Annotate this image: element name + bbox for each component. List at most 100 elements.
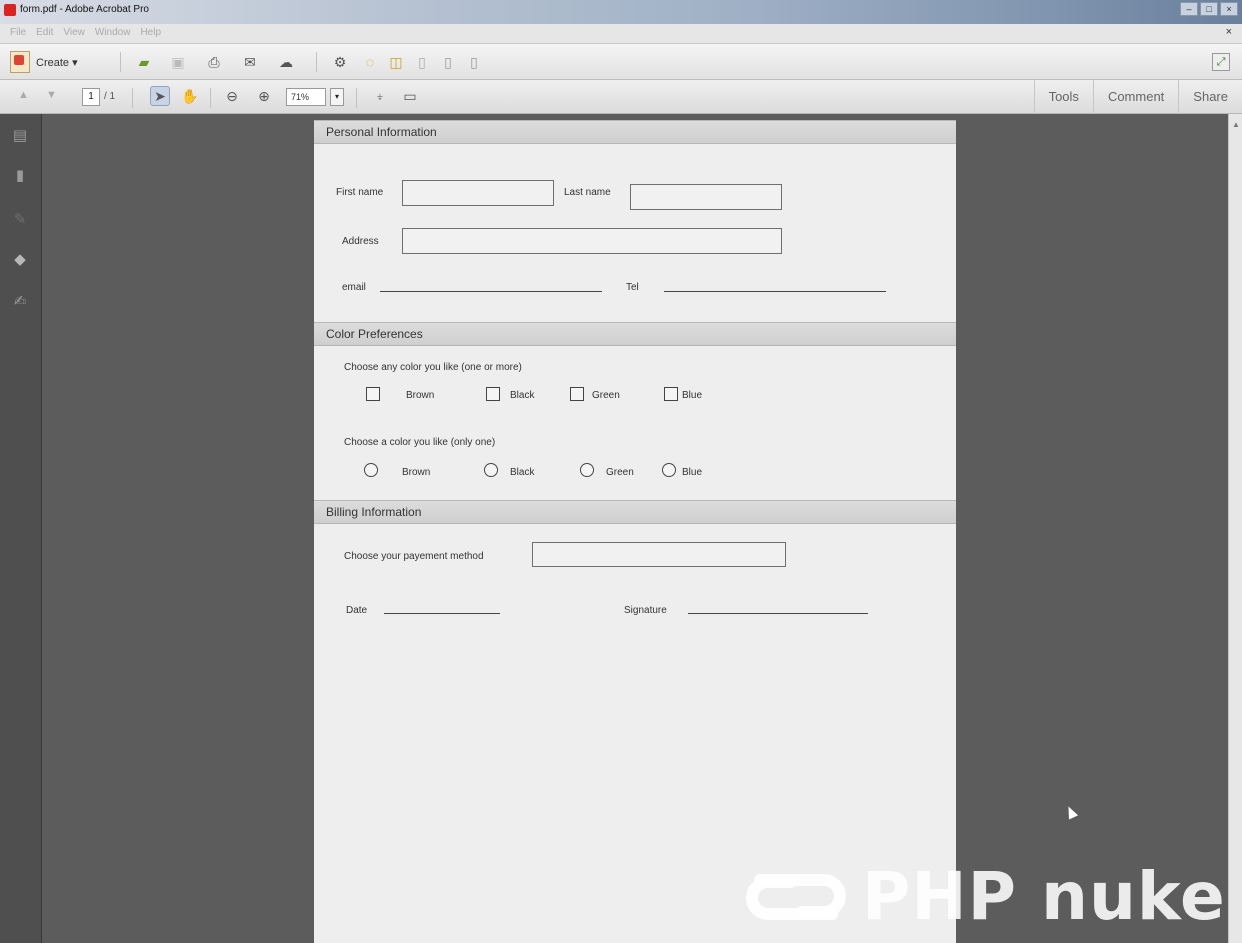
checkbox-prompt: Choose any color you like (one or more) <box>344 362 522 373</box>
sticky-note-icon[interactable]: ◫ <box>386 52 406 72</box>
pdf-page: Personal Information First name Last nam… <box>314 120 956 943</box>
attachments-icon[interactable]: ✎ <box>11 210 29 228</box>
tab-tools[interactable]: Tools <box>1033 80 1093 114</box>
section-personal-information: Personal Information <box>314 120 956 144</box>
comment-icon[interactable]: ◌ <box>360 52 380 72</box>
payment-method-label: Choose your payement method <box>344 551 484 562</box>
main-toolbar: Create ▾ ▰ ▣ ⎙ ✉ ☁ ⚙ ◌ ◫ ▯ ▯ ▯ ⤢ <box>0 44 1242 80</box>
radio-black-label: Black <box>510 467 535 478</box>
zoom-level-input[interactable]: 71% <box>286 88 326 106</box>
radio-blue-label: Blue <box>682 467 703 478</box>
section-color-preferences: Color Preferences <box>314 322 956 346</box>
document-icon[interactable]: ▯ <box>412 52 432 72</box>
payment-method-dropdown[interactable] <box>532 542 786 567</box>
tab-share[interactable]: Share <box>1178 80 1242 114</box>
checkbox-brown-label: Brown <box>406 390 435 401</box>
fit-width-icon[interactable]: ▭ <box>400 86 420 106</box>
toolbar-separator <box>132 88 133 108</box>
layers-icon[interactable]: ◆ <box>11 250 29 268</box>
last-name-label: Last name <box>564 187 611 198</box>
navigation-pane: ▤ ▮ ✎ ◆ ✍ <box>0 114 42 943</box>
signatures-icon[interactable]: ✍ <box>11 292 29 310</box>
zoom-out-icon[interactable]: ⊖ <box>222 86 242 106</box>
checkbox-black[interactable] <box>486 387 500 401</box>
select-tool-icon[interactable]: ➤ <box>150 86 170 106</box>
toolbar-separator <box>316 52 317 72</box>
zoom-dropdown-icon[interactable]: ▾ <box>330 88 344 106</box>
menu-window[interactable]: Window <box>95 27 131 38</box>
close-window-icon[interactable]: × <box>1220 2 1238 16</box>
open-folder-icon[interactable]: ▰ <box>134 52 154 72</box>
signature-line[interactable] <box>688 613 868 614</box>
email-icon[interactable]: ✉ <box>240 52 260 72</box>
toolbar-separator <box>356 88 357 108</box>
menu-edit[interactable]: Edit <box>36 27 53 38</box>
email-label: email <box>342 282 366 293</box>
radio-green[interactable] <box>580 463 594 477</box>
save-icon[interactable]: ▣ <box>168 52 188 72</box>
mouse-cursor <box>1063 804 1079 820</box>
menu-view[interactable]: View <box>63 27 85 38</box>
signature-label: Signature <box>624 605 667 616</box>
zoom-in-icon[interactable]: ⊕ <box>254 86 274 106</box>
vertical-scrollbar[interactable]: ▲ <box>1228 114 1242 943</box>
page-number-input[interactable]: 1 <box>82 88 100 106</box>
first-name-field[interactable] <box>402 180 554 206</box>
bookmarks-icon[interactable]: ▮ <box>11 166 29 184</box>
create-button[interactable]: Create ▾ <box>10 50 78 74</box>
full-screen-icon[interactable]: ⤢ <box>1212 53 1230 71</box>
settings-icon[interactable]: ⚙ <box>330 52 350 72</box>
page-total: / 1 <box>104 91 116 102</box>
maximize-icon[interactable]: □ <box>1200 2 1218 16</box>
toolbar-separator <box>120 52 121 72</box>
menu-help[interactable]: Help <box>140 27 161 38</box>
address-field[interactable] <box>402 228 782 254</box>
tel-line[interactable] <box>664 291 886 292</box>
first-name-label: First name <box>336 187 384 198</box>
tel-label: Tel <box>626 282 639 293</box>
checkbox-blue-label: Blue <box>682 390 703 401</box>
right-pane-tabs: Tools Comment Share <box>1033 80 1242 114</box>
watermark-text: PHP nuke <box>862 858 1226 935</box>
fit-page-icon[interactable]: ⍖ <box>370 86 390 106</box>
date-line[interactable] <box>384 613 500 614</box>
previous-page-icon[interactable]: ▲ <box>18 89 29 101</box>
print-icon[interactable]: ⎙ <box>204 52 224 72</box>
checkbox-brown[interactable] <box>366 387 380 401</box>
section-heading: Personal Information <box>326 125 437 139</box>
hand-tool-icon[interactable]: ✋ <box>180 86 200 106</box>
menu-bar: File Edit View Window Help × <box>0 24 1242 44</box>
create-button-label: Create ▾ <box>36 56 78 69</box>
email-line[interactable] <box>380 291 602 292</box>
tab-comment[interactable]: Comment <box>1092 80 1178 114</box>
php-nuke-watermark: PHP nuke <box>740 862 1230 932</box>
title-bar: form.pdf - Adobe Acrobat Pro – □ × <box>0 0 1242 24</box>
create-pdf-icon <box>10 51 30 73</box>
next-page-icon[interactable]: ▼ <box>46 89 57 101</box>
cloud-icon[interactable]: ☁ <box>276 52 296 72</box>
radio-black[interactable] <box>484 463 498 477</box>
checkbox-blue[interactable] <box>664 387 678 401</box>
section-heading: Color Preferences <box>326 327 423 341</box>
section-heading: Billing Information <box>326 505 422 519</box>
address-label: Address <box>342 236 379 247</box>
checkbox-green-label: Green <box>592 390 620 401</box>
last-name-field[interactable] <box>630 184 782 210</box>
minimize-icon[interactable]: – <box>1180 2 1198 16</box>
section-billing-information: Billing Information <box>314 500 956 524</box>
navigation-toolbar: ▲ ▼ 1 / 1 ➤ ✋ ⊖ ⊕ 71% ▾ ⍖ ▭ Tools Commen… <box>0 80 1242 114</box>
radio-blue[interactable] <box>662 463 676 477</box>
window-title: form.pdf - Adobe Acrobat Pro <box>20 4 149 15</box>
document-edit-icon[interactable]: ▯ <box>464 52 484 72</box>
page-thumbnails-icon[interactable]: ▤ <box>11 126 29 144</box>
window-controls: – □ × <box>1180 2 1238 16</box>
close-document-icon[interactable]: × <box>1226 26 1232 38</box>
checkbox-green[interactable] <box>570 387 584 401</box>
menu-file[interactable]: File <box>10 27 26 38</box>
scroll-up-icon[interactable]: ▲ <box>1232 120 1240 129</box>
document-export-icon[interactable]: ▯ <box>438 52 458 72</box>
radio-brown[interactable] <box>364 463 378 477</box>
radio-prompt: Choose a color you like (only one) <box>344 437 496 448</box>
toolbar-separator <box>210 88 211 108</box>
php-nuke-logo-icon <box>746 874 846 920</box>
